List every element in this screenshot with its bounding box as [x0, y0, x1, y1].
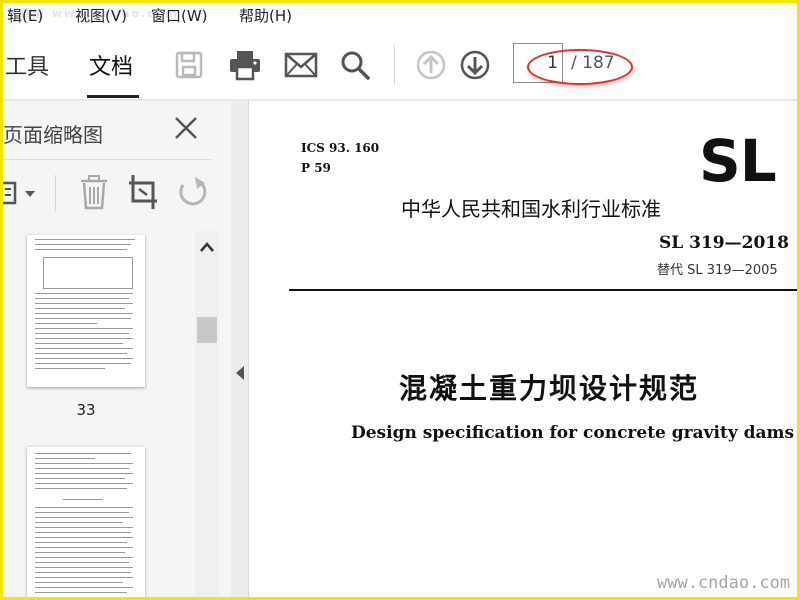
- header-rule: [289, 289, 797, 291]
- panel-title: 页面缩略图: [3, 123, 103, 147]
- document-title-cn: 混凝土重力坝设计规范: [399, 372, 700, 405]
- document-view: ICS 93. 160 P 59 SL 中华人民共和国水利行业标准 SL 319…: [249, 101, 797, 597]
- menu-edit[interactable]: 辑(E): [7, 5, 43, 26]
- standard-category: 中华人民共和国水利行业标准: [401, 197, 661, 221]
- menu-help[interactable]: 帮助(H): [239, 5, 292, 26]
- document-title-en: Design specification for concrete gravit…: [351, 423, 795, 443]
- view-options-icon[interactable]: [3, 175, 39, 211]
- menu-bar: 下载道 www.cndao.com 辑(E) 视图(V) 窗口(W) 帮助(H): [3, 3, 797, 27]
- delete-icon[interactable]: [77, 173, 111, 211]
- thumbnail-table: [43, 257, 133, 289]
- thumbnail-label-33: 33: [76, 401, 96, 419]
- print-icon[interactable]: [227, 47, 263, 83]
- search-icon[interactable]: [337, 47, 373, 83]
- thumbnail-list: 33: [3, 231, 195, 597]
- panel-toolbar-separator: [55, 175, 56, 211]
- thumbnail-scrollbar[interactable]: [195, 231, 219, 597]
- chevron-up-icon[interactable]: [199, 239, 215, 253]
- ics-code: ICS 93. 160: [301, 141, 380, 155]
- mail-icon[interactable]: [283, 47, 319, 83]
- standard-number: SL 319—2018: [659, 233, 789, 253]
- replaces-standard: 替代 SL 319—2005: [657, 263, 778, 278]
- app-window: 下载道 www.cndao.com 辑(E) 视图(V) 窗口(W) 帮助(H)…: [0, 0, 800, 600]
- active-tab-indicator: [87, 95, 139, 98]
- panel-splitter[interactable]: [231, 101, 249, 597]
- site-watermark: www.cndao.com: [657, 573, 791, 593]
- tab-tools[interactable]: 工具: [5, 49, 49, 81]
- scrollbar-thumb[interactable]: [197, 317, 217, 343]
- close-icon[interactable]: [171, 113, 201, 143]
- crop-icon[interactable]: [127, 173, 161, 211]
- arrow-up-icon[interactable]: [413, 47, 449, 83]
- p-code: P 59: [301, 161, 331, 175]
- toolbar-separator: [394, 45, 395, 85]
- panel-toolbar: [3, 163, 213, 223]
- highlight-ellipse: [527, 49, 633, 85]
- menu-view[interactable]: 视图(V): [75, 5, 127, 26]
- collapse-arrow-icon[interactable]: [235, 365, 245, 381]
- save-icon[interactable]: [171, 47, 207, 83]
- thumbnail-page-33[interactable]: [27, 235, 145, 387]
- thumbnail-panel: 页面缩略图 33: [3, 101, 231, 597]
- menu-window[interactable]: 窗口(W): [151, 5, 208, 26]
- rotate-icon[interactable]: [175, 175, 209, 209]
- sl-logo: SL: [699, 127, 777, 195]
- thumbnail-page-34[interactable]: [27, 447, 145, 597]
- tab-document[interactable]: 文档: [89, 49, 133, 81]
- toolbar: 工具 文档 1 / 187: [3, 27, 797, 99]
- arrow-down-icon[interactable]: [457, 47, 493, 83]
- panel-divider: [3, 159, 211, 160]
